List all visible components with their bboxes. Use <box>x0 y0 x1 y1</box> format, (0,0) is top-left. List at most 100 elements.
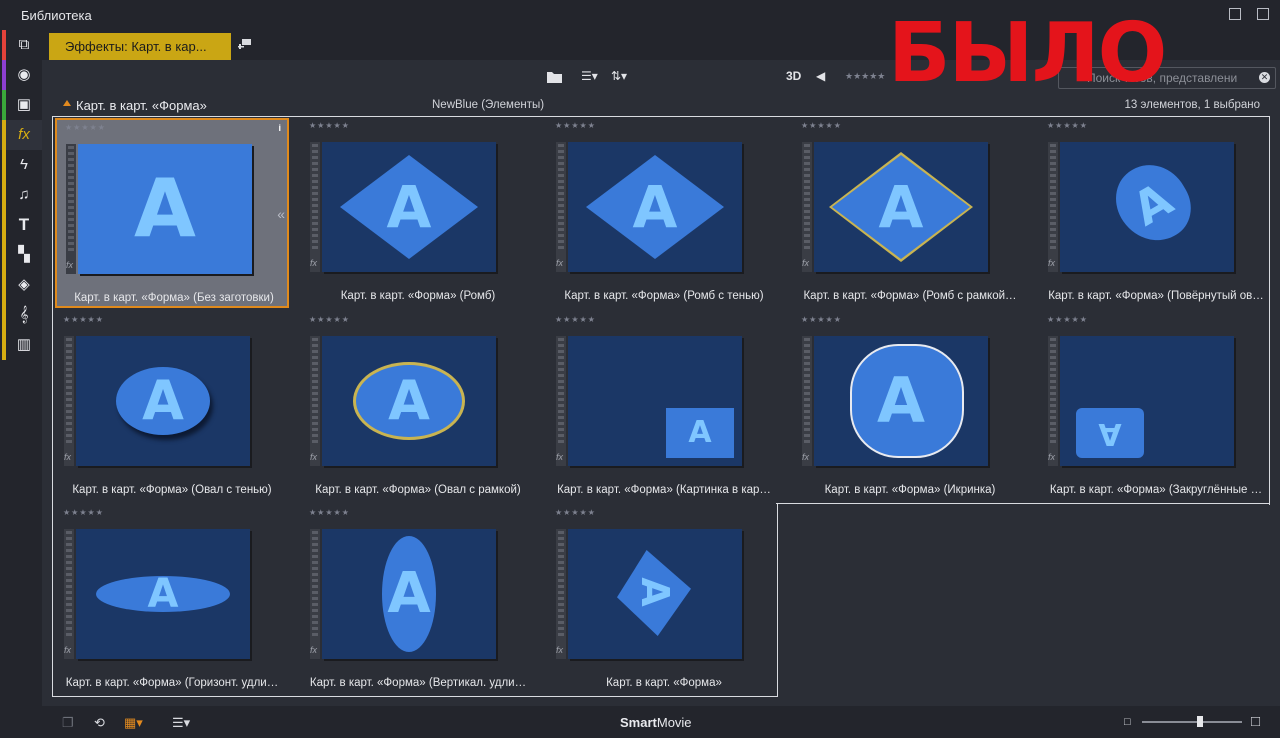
fx-badge: fx <box>64 645 72 655</box>
tag-icon[interactable]: ◀ <box>816 69 825 85</box>
thumbnail-size-track[interactable] <box>1142 721 1242 723</box>
effect-thumbnail[interactable]: A <box>568 142 742 272</box>
effect-item[interactable]: ★★★★★ fx A Карт. в карт. «Форма» (Без загот… <box>55 118 289 308</box>
zoom-in-icon[interactable]: □ <box>1251 713 1260 730</box>
rating-stars[interactable]: ★★★★★ <box>555 121 596 130</box>
popout-icon[interactable] <box>1257 8 1269 20</box>
rail-item-layers[interactable]: ◈ <box>0 270 42 300</box>
fx-badge: fx <box>802 258 810 268</box>
thumbnail-letter: A <box>878 173 924 241</box>
effect-thumbnail[interactable]: A <box>568 529 742 659</box>
rating-stars[interactable]: ★★★★★ <box>801 315 842 324</box>
list-view-icon[interactable]: ☰▾ <box>581 69 598 85</box>
effect-thumbnail[interactable]: A <box>322 142 496 272</box>
collapse-triangle-icon[interactable] <box>63 100 71 106</box>
effect-item[interactable]: ★★★★★ fx A Карт. в карт. «Форма» (Ромб) <box>301 118 535 308</box>
thumbnail-letter: A <box>388 369 430 432</box>
effect-thumbnail[interactable]: A <box>814 142 988 272</box>
grid-view-icon[interactable]: ▦▾ <box>124 715 143 731</box>
rail-item-video[interactable]: ◉ <box>0 60 42 90</box>
effect-item[interactable]: ★★★★★ fx A Карт. в карт. «Форма» (Закруглён… <box>1039 312 1273 502</box>
add-tab-icon[interactable] <box>238 38 252 50</box>
effect-thumbnail[interactable]: A <box>322 336 496 466</box>
clear-search-icon[interactable]: ✕ <box>1259 72 1270 83</box>
effect-thumbnail[interactable]: A <box>1060 336 1234 466</box>
fx-badge: fx <box>556 645 564 655</box>
effect-item[interactable]: ★★★★★ fx A Карт. в карт. «Форма» (Овал с ра… <box>301 312 535 502</box>
film-strip-icon <box>1048 142 1058 272</box>
selection-frame-step <box>776 503 1269 504</box>
rating-stars[interactable]: ★★★★★ <box>801 121 842 130</box>
effect-thumbnail[interactable]: A <box>814 336 988 466</box>
film-strip-icon <box>64 336 74 466</box>
rating-stars[interactable]: ★★★★★ <box>63 315 104 324</box>
fx-badge: fx <box>310 645 318 655</box>
effect-thumbnail[interactable]: A <box>322 529 496 659</box>
rating-stars[interactable]: ★★★★★ <box>309 121 350 130</box>
effect-item[interactable]: ★★★★★ fx A Карт. в карт. «Форма» (Повёрнуты… <box>1039 118 1273 308</box>
effect-thumbnail[interactable]: A <box>76 336 250 466</box>
effect-item[interactable]: ★★★★★ fx A Карт. в карт. «Форма» (Овал с те… <box>55 312 289 502</box>
fx-badge: fx <box>556 258 564 268</box>
thumbnail-size-slider[interactable] <box>1197 716 1203 727</box>
expand-chevron-icon[interactable]: « <box>277 206 285 222</box>
thumbnail-letter: A <box>632 577 677 607</box>
category-rail: ⧉ ◉ ▣ fx ϟ ♫ T ▚ ◈ 𝄞 ▥ <box>0 30 42 738</box>
effect-item[interactable]: ★★★★★ fx A Карт. в карт. «Форма» (Ромб с те… <box>547 118 781 308</box>
thumbnail-letter: A <box>386 173 432 241</box>
rail-item-scorefitter[interactable]: 𝄞 <box>0 300 42 330</box>
effect-thumbnail[interactable]: A <box>78 144 252 274</box>
rail-item-transitions[interactable]: ϟ <box>0 150 42 180</box>
section-name: Карт. в карт. «Форма» <box>76 98 207 113</box>
fx-badge: fx <box>66 260 74 270</box>
smartmovie-button[interactable]: SmartMovie <box>620 715 692 730</box>
film-strip-icon <box>64 529 74 659</box>
effect-thumbnail[interactable]: A <box>1060 142 1234 272</box>
fx-badge: fx <box>1048 452 1056 462</box>
effect-caption: Карт. в карт. «Форма» (Вертикал. удли… <box>309 677 527 689</box>
rail-item-montage[interactable]: ▚ <box>0 240 42 270</box>
effect-caption: Карт. в карт. «Форма» (Ромб) <box>340 290 496 302</box>
effect-caption: Карт. в карт. «Форма» (Горизонт. удли… <box>65 677 279 689</box>
rating-stars[interactable]: ★★★★★ <box>1047 315 1088 324</box>
rail-item-audio[interactable]: ♫ <box>0 180 42 210</box>
sort-icon[interactable]: ⇅▾ <box>611 69 627 85</box>
effect-item[interactable]: ★★★★★ fx A Карт. в карт. «Форма» (Вертикал.… <box>301 505 535 695</box>
rating-stars[interactable]: ★★★★★ <box>555 315 596 324</box>
effect-caption: Карт. в карт. «Форма» (Картинка в кар… <box>557 484 771 496</box>
rating-stars[interactable]: ★★★★★ <box>309 315 350 324</box>
effect-thumbnail[interactable]: A <box>568 336 742 466</box>
thumbnail-letter: A <box>134 162 196 255</box>
film-reel-icon: ◉ <box>17 66 31 83</box>
section-provider: NewBlue (Элементы) <box>432 99 545 111</box>
effect-item[interactable]: ★★★★★ fx A Карт. в карт. «Форма» <box>547 505 781 695</box>
rating-stars[interactable]: ★★★★★ <box>63 508 104 517</box>
rail-item-effects[interactable]: fx <box>0 120 42 150</box>
folder-icon[interactable] <box>546 69 563 85</box>
rating-filter[interactable]: ★★★★★ <box>845 71 885 87</box>
rail-item-titles[interactable]: T <box>0 210 42 240</box>
film-strip-icon <box>310 336 320 466</box>
copy-icon[interactable]: ❐ <box>62 715 74 731</box>
rail-item-photos[interactable]: ▣ <box>0 90 42 120</box>
fx-badge: fx <box>310 258 318 268</box>
effect-item[interactable]: ★★★★★ fx A Карт. в карт. «Форма» (Ромб с ра… <box>793 118 1027 308</box>
film-strip-icon <box>310 529 320 659</box>
effect-item[interactable]: ★★★★★ fx A Карт. в карт. «Форма» (Икринка) <box>793 312 1027 502</box>
restore-icon[interactable] <box>1229 8 1241 20</box>
rating-stars[interactable]: ★★★★★ <box>555 508 596 517</box>
tab-effects[interactable]: Эффекты: Карт. в кар... <box>49 33 231 60</box>
rail-item-projects[interactable]: ⧉ <box>0 30 42 60</box>
mode-3d-button[interactable]: 3D <box>786 69 801 85</box>
rating-stars[interactable]: ★★★★★ <box>65 123 106 132</box>
rating-stars[interactable]: ★★★★★ <box>309 508 350 517</box>
zoom-out-icon[interactable]: □ <box>1124 716 1131 728</box>
details-view-icon[interactable]: ☰▾ <box>172 715 190 731</box>
effect-item[interactable]: ★★★★★ fx A Карт. в карт. «Форма» (Картинка … <box>547 312 781 502</box>
rail-item-keyboard[interactable]: ▥ <box>0 330 42 360</box>
info-icon[interactable]: i <box>278 123 281 133</box>
rating-stars[interactable]: ★★★★★ <box>1047 121 1088 130</box>
effect-item[interactable]: ★★★★★ fx A Карт. в карт. «Форма» (Горизонт.… <box>55 505 289 695</box>
effect-thumbnail[interactable]: A <box>76 529 250 659</box>
refresh-icon[interactable]: ⟲ <box>94 715 105 731</box>
